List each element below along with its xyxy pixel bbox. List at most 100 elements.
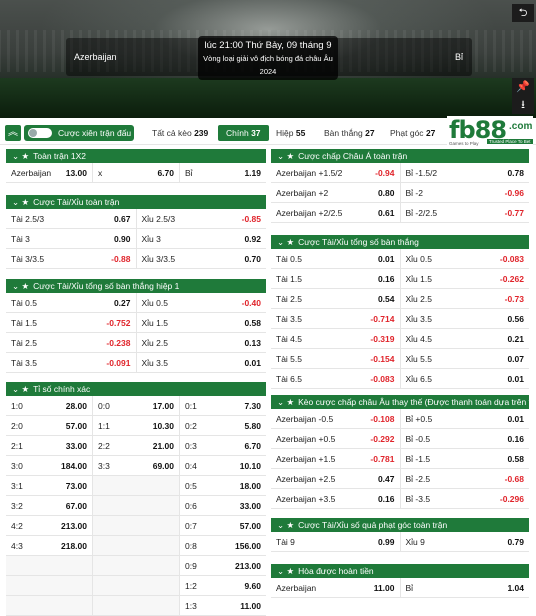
odds-cell[interactable]: Tài 3.5 -0.091 bbox=[6, 353, 137, 372]
odds-cell[interactable]: Bỉ -1.5/2 0.78 bbox=[401, 163, 530, 182]
odds-cell[interactable]: 1:3 11.00 bbox=[180, 596, 266, 615]
odds-cell[interactable]: Tài 2.5 -0.238 bbox=[6, 333, 137, 352]
odds-cell[interactable]: 0:7 57.00 bbox=[180, 516, 266, 535]
odds-cell[interactable]: 1:0 28.00 bbox=[6, 396, 93, 415]
odds-cell[interactable]: 0:6 33.00 bbox=[180, 496, 266, 515]
odds-cell[interactable]: Tài 0.5 0.27 bbox=[6, 293, 137, 312]
odds-cell[interactable]: Xỉu 3.5 0.01 bbox=[137, 353, 267, 372]
odds-cell[interactable]: 1:1 10.30 bbox=[93, 416, 180, 435]
odds-cell[interactable]: Xỉu 2.5 0.13 bbox=[137, 333, 267, 352]
odds-cell[interactable]: Azerbaijan +2 0.80 bbox=[271, 183, 401, 202]
odds-cell[interactable]: 2:2 21.00 bbox=[93, 436, 180, 455]
odds-cell[interactable]: Azerbaijan +3.5 0.16 bbox=[271, 489, 401, 508]
odds-cell[interactable]: 4:2 213.00 bbox=[6, 516, 93, 535]
back-icon[interactable]: ⮌ bbox=[512, 4, 534, 22]
chevron-up-icon[interactable]: ︽ bbox=[5, 125, 21, 141]
pin-icon[interactable]: 📌 bbox=[512, 78, 534, 96]
odds-cell[interactable]: Azerbaijan 11.00 bbox=[271, 578, 401, 597]
combo-bet-toggle[interactable]: Cược xiên trận đấu bbox=[24, 125, 134, 141]
favorite-star-icon[interactable]: ⌄ ★ bbox=[277, 237, 294, 247]
odds-cell[interactable]: 0:8 156.00 bbox=[180, 536, 266, 555]
odds-cell[interactable]: Tài 3 0.90 bbox=[6, 229, 137, 248]
odds-cell[interactable]: Bỉ -3.5 -0.296 bbox=[401, 489, 530, 508]
odds-cell[interactable]: 4:3 218.00 bbox=[6, 536, 93, 555]
odds-cell[interactable]: Tài 1.5 -0.752 bbox=[6, 313, 137, 332]
odds-cell[interactable]: Xỉu 2.5 -0.73 bbox=[401, 289, 530, 308]
odds-cell[interactable]: Xỉu 4.5 0.21 bbox=[401, 329, 530, 348]
favorite-star-icon[interactable]: ⌄ ★ bbox=[277, 566, 294, 576]
odds-cell[interactable]: Xỉu 9 0.79 bbox=[401, 532, 530, 551]
odds-cell[interactable]: Bỉ +0.5 0.01 bbox=[401, 409, 530, 428]
odds-cell[interactable]: 0:2 5.80 bbox=[180, 416, 266, 435]
odds-cell[interactable]: Tài 2.5/3 0.67 bbox=[6, 209, 137, 228]
odds-cell[interactable]: Tài 4.5 -0.319 bbox=[271, 329, 401, 348]
odds-cell[interactable]: Xỉu 3 0.92 bbox=[137, 229, 267, 248]
odds-cell[interactable]: Xỉu 3.5 0.56 bbox=[401, 309, 530, 328]
market-header[interactable]: ⌄ ★ Cược Tài/Xỉu tổng số bàn thắng bbox=[271, 235, 529, 249]
odds-cell[interactable]: 2:1 33.00 bbox=[6, 436, 93, 455]
odds-cell[interactable]: Bỉ 1.04 bbox=[401, 578, 530, 597]
odds-cell[interactable]: Tài 5.5 -0.154 bbox=[271, 349, 401, 368]
favorite-star-icon[interactable]: ⌄ ★ bbox=[12, 151, 29, 161]
odds-cell[interactable]: Azerbaijan 13.00 bbox=[6, 163, 93, 182]
odds-cell[interactable]: Tài 3.5 -0.714 bbox=[271, 309, 401, 328]
odds-cell[interactable]: Bỉ -2/2.5 -0.77 bbox=[401, 203, 530, 222]
odds-cell[interactable]: Xỉu 1.5 0.58 bbox=[137, 313, 267, 332]
odds-cell[interactable]: x 6.70 bbox=[93, 163, 180, 182]
odds-cell[interactable]: 2:0 57.00 bbox=[6, 416, 93, 435]
odds-cell[interactable]: Xỉu 0.5 -0.40 bbox=[137, 293, 267, 312]
toggle-switch[interactable] bbox=[28, 128, 52, 138]
odds-cell[interactable]: Azerbaijan -0.5 -0.108 bbox=[271, 409, 401, 428]
tab-goals[interactable]: Bàn thắng 27 bbox=[324, 125, 375, 141]
odds-cell[interactable]: 3:0 184.00 bbox=[6, 456, 93, 475]
odds-cell[interactable]: Xỉu 2.5/3 -0.85 bbox=[137, 209, 267, 228]
odds-cell[interactable]: Xỉu 6.5 0.01 bbox=[401, 369, 530, 388]
odds-cell[interactable]: Azerbaijan +2.5 0.47 bbox=[271, 469, 401, 488]
favorite-star-icon[interactable]: ⌄ ★ bbox=[277, 520, 294, 530]
tab-half[interactable]: Hiệp 55 bbox=[276, 125, 305, 141]
odds-cell[interactable]: 1:2 9.60 bbox=[180, 576, 266, 595]
odds-cell[interactable]: 3:3 69.00 bbox=[93, 456, 180, 475]
odds-cell[interactable]: Bỉ -1.5 0.58 bbox=[401, 449, 530, 468]
odds-cell[interactable]: Azerbaijan +2/2.5 0.61 bbox=[271, 203, 401, 222]
odds-cell[interactable]: Tài 6.5 -0.083 bbox=[271, 369, 401, 388]
odds-cell[interactable]: Tài 3/3.5 -0.88 bbox=[6, 249, 137, 268]
tab-main[interactable]: Chính 37 bbox=[218, 125, 269, 141]
odds-cell[interactable]: Xỉu 1.5 -0.262 bbox=[401, 269, 530, 288]
odds-cell[interactable]: 0:4 10.10 bbox=[180, 456, 266, 475]
tab-corners[interactable]: Phạt góc 27 bbox=[390, 125, 435, 141]
market-header[interactable]: ⌄ ★ Toàn trận 1X2 bbox=[6, 149, 266, 163]
odds-cell[interactable]: 0:0 17.00 bbox=[93, 396, 180, 415]
market-header[interactable]: ⌄ ★ Kèo cược chấp châu Âu thay thế (Được … bbox=[271, 395, 529, 409]
market-header[interactable]: ⌄ ★ Cược chấp Châu Á toàn trận bbox=[271, 149, 529, 163]
odds-cell[interactable]: 3:1 73.00 bbox=[6, 476, 93, 495]
odds-cell[interactable]: 0:1 7.30 bbox=[180, 396, 266, 415]
market-header[interactable]: ⌄ ★ Cược Tài/Xỉu số quả phạt góc toàn trậ… bbox=[271, 518, 529, 532]
odds-cell[interactable]: Tài 0.5 0.01 bbox=[271, 249, 401, 268]
odds-cell[interactable]: Azerbaijan +1.5 -0.781 bbox=[271, 449, 401, 468]
odds-cell[interactable]: Tài 2.5 0.54 bbox=[271, 289, 401, 308]
odds-cell[interactable]: Bỉ 1.19 bbox=[180, 163, 266, 182]
market-header[interactable]: ⌄ ★ Hòa được hoàn tiền bbox=[271, 564, 529, 578]
odds-cell[interactable]: Azerbaijan +0.5 -0.292 bbox=[271, 429, 401, 448]
download-icon[interactable]: ⭳ bbox=[512, 96, 534, 114]
favorite-star-icon[interactable]: ⌄ ★ bbox=[277, 151, 294, 161]
odds-cell[interactable]: Xỉu 5.5 0.07 bbox=[401, 349, 530, 368]
odds-cell[interactable]: Xỉu 0.5 -0.083 bbox=[401, 249, 530, 268]
odds-cell[interactable]: 3:2 67.00 bbox=[6, 496, 93, 515]
odds-cell[interactable]: Bỉ -2 -0.96 bbox=[401, 183, 530, 202]
odds-cell[interactable]: Tài 9 0.99 bbox=[271, 532, 401, 551]
odds-cell[interactable]: 0:3 6.70 bbox=[180, 436, 266, 455]
market-header[interactable]: ⌄ ★ Cược Tài/Xỉu toàn trận bbox=[6, 195, 266, 209]
favorite-star-icon[interactable]: ⌄ ★ bbox=[12, 281, 29, 291]
favorite-star-icon[interactable]: ⌄ ★ bbox=[12, 384, 29, 394]
odds-cell[interactable]: 0:5 18.00 bbox=[180, 476, 266, 495]
market-header[interactable]: ⌄ ★ Cược Tài/Xỉu tổng số bàn thắng hiệp 1 bbox=[6, 279, 266, 293]
odds-cell[interactable]: Bỉ -0.5 0.16 bbox=[401, 429, 530, 448]
odds-cell[interactable]: Tài 1.5 0.16 bbox=[271, 269, 401, 288]
odds-cell[interactable]: Xỉu 3/3.5 0.70 bbox=[137, 249, 267, 268]
favorite-star-icon[interactable]: ⌄ ★ bbox=[277, 397, 294, 407]
odds-cell[interactable]: 0:9 213.00 bbox=[180, 556, 266, 575]
market-header[interactable]: ⌄ ★ Tỉ số chính xác bbox=[6, 382, 266, 396]
odds-cell[interactable]: Bỉ -2.5 -0.68 bbox=[401, 469, 530, 488]
